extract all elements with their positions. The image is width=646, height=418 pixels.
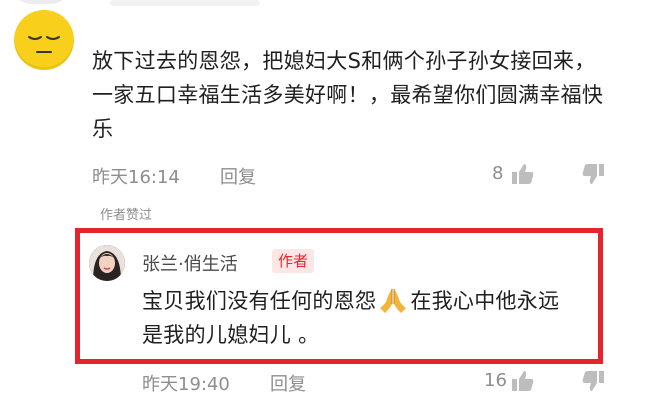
thumbs-down-icon[interactable] — [580, 161, 606, 187]
thumbs-up-icon[interactable] — [510, 161, 536, 187]
comment-reply-button[interactable]: 回复 — [220, 163, 256, 189]
sleepy-face-icon[interactable] — [14, 10, 74, 70]
thumbs-up-icon[interactable] — [510, 368, 536, 394]
reply-like-count: 16 — [484, 370, 507, 391]
reply-reply-button[interactable]: 回复 — [270, 370, 306, 396]
previous-text-fragment — [110, 0, 260, 6]
author-name[interactable]: 张兰·俏生活 — [142, 250, 238, 276]
author-badge: 作者 — [272, 249, 315, 273]
reply-text: 宝贝我们没有任何的恩怨 在我心中他永远是我的儿媳妇儿 。 — [142, 284, 572, 352]
comment-timestamp: 昨天16:14 — [92, 167, 180, 188]
comment-like-count: 8 — [492, 163, 504, 184]
author-liked-note: 作者赞过 — [100, 208, 153, 223]
comment-text: 放下过去的恩怨，把媳妇大S和俩个孙子孙女接回来，一家五口幸福生活多美好啊！，最希… — [92, 49, 604, 141]
reply-timestamp: 昨天19:40 — [142, 374, 230, 395]
reply-text-part-1: 宝贝我们没有任何的恩怨 — [142, 289, 377, 313]
praying-hands-icon — [378, 286, 408, 314]
thumbs-down-icon[interactable] — [580, 368, 606, 394]
author-avatar[interactable] — [89, 245, 125, 281]
previous-avatar-fragment — [10, 0, 72, 4]
